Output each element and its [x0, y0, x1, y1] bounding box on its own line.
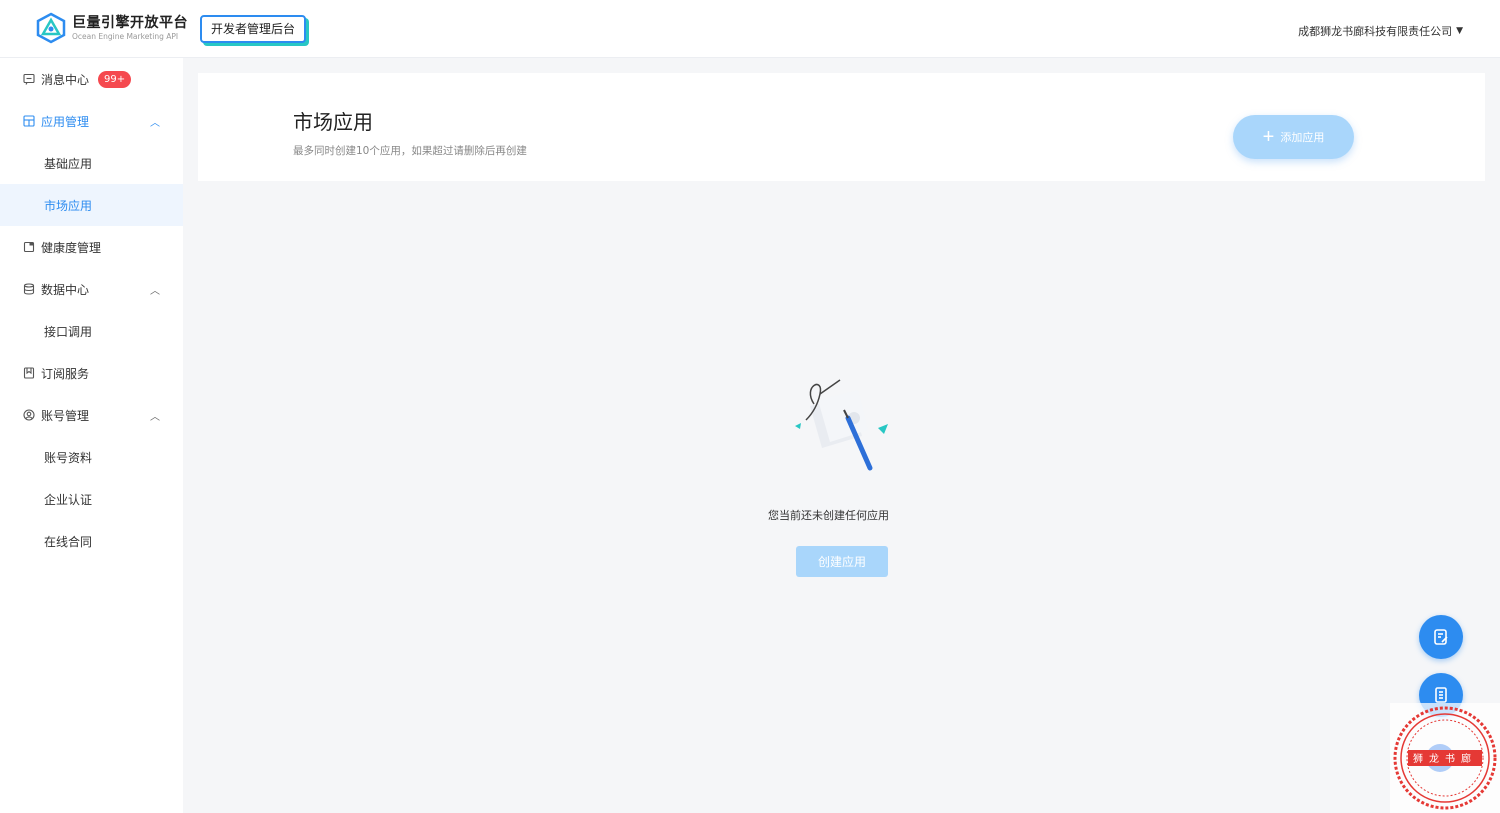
page-title: 市场应用 — [293, 110, 373, 134]
empty-state-text: 您当前还未创建任何应用 — [0, 507, 1500, 523]
sidebar-item-messages[interactable]: 消息中心 99+ — [0, 58, 183, 100]
chevron-up-icon: ︿ — [150, 412, 160, 423]
ocean-engine-logo-icon — [36, 12, 66, 44]
sidebar-item-subscription[interactable]: 订阅服务 — [0, 352, 183, 394]
page-description: 最多同时创建10个应用，如果超过请删除后再创建 — [293, 145, 527, 157]
sidebar-item-account[interactable]: 账号管理 ︿ — [0, 394, 183, 436]
message-icon — [22, 73, 35, 86]
brand-logo[interactable]: 巨量引擎开放平台 Ocean Engine Marketing API — [36, 12, 188, 44]
caret-down-icon: ▼ — [1456, 26, 1463, 36]
plus-icon: + — [1262, 126, 1275, 148]
sidebar-item-label: 账号管理 — [41, 408, 90, 423]
app-icon — [22, 115, 35, 128]
company-selector[interactable]: 成都狮龙书廊科技有限责任公司 ▼ — [1298, 23, 1463, 39]
sidebar-item-health[interactable]: 健康度管理 — [0, 226, 183, 268]
chevron-up-icon: ︿ — [150, 118, 160, 129]
chevron-up-icon: ︿ — [150, 286, 160, 297]
sidebar-item-online-contract[interactable]: 在线合同 — [0, 520, 183, 562]
top-header: 巨量引擎开放平台 Ocean Engine Marketing API 开发者管… — [0, 0, 1500, 58]
sidebar-item-api-calls[interactable]: 接口调用 — [0, 310, 183, 352]
developer-admin-tag[interactable]: 开发者管理后台 — [200, 15, 307, 43]
sidebar-item-label: 消息中心 — [41, 72, 90, 87]
sidebar-item-label: 数据中心 — [41, 282, 90, 297]
database-icon — [22, 283, 35, 296]
bookmark-icon — [22, 367, 35, 380]
brand-subtitle: Ocean Engine Marketing API — [72, 32, 179, 41]
add-app-button[interactable]: + 添加应用 — [1233, 115, 1354, 159]
account-icon — [22, 409, 35, 422]
empty-state-message: 您当前还未创建任何应用 — [768, 509, 889, 522]
create-app-button[interactable]: 创建应用 — [796, 546, 888, 577]
edit-document-icon — [1434, 629, 1448, 645]
svg-text:狮龙书廊: 狮龙书廊 — [1413, 752, 1477, 765]
company-name: 成都狮龙书廊科技有限责任公司 — [1298, 25, 1453, 38]
unread-badge: 99+ — [98, 70, 132, 88]
sidebar-item-account-profile[interactable]: 账号资料 — [0, 436, 183, 478]
add-app-label: 添加应用 — [1280, 132, 1325, 144]
health-icon — [22, 241, 35, 254]
sidebar-item-app-management[interactable]: 应用管理 ︿ — [0, 100, 183, 142]
sidebar-item-market-apps[interactable]: 市场应用 — [0, 184, 183, 226]
red-seal-stamp: 狮龙书廊 — [1390, 703, 1500, 813]
sidebar-item-label: 应用管理 — [41, 114, 90, 129]
sidebar: 消息中心 99+ 应用管理 ︿ 基础应用 市场应用 健康度管理 数据中心 ︿ 接… — [0, 58, 183, 813]
sidebar-item-label: 健康度管理 — [41, 240, 102, 255]
sidebar-item-data-center[interactable]: 数据中心 ︿ — [0, 268, 183, 310]
sidebar-item-label: 订阅服务 — [41, 366, 90, 381]
empty-state-illustration — [795, 379, 888, 471]
document-icon — [1435, 687, 1447, 703]
brand-title: 巨量引擎开放平台 — [72, 15, 188, 31]
feedback-fab[interactable] — [1419, 615, 1463, 659]
page-header-card: 市场应用 最多同时创建10个应用，如果超过请删除后再创建 + 添加应用 — [198, 73, 1485, 181]
sidebar-item-basic-apps[interactable]: 基础应用 — [0, 142, 183, 184]
